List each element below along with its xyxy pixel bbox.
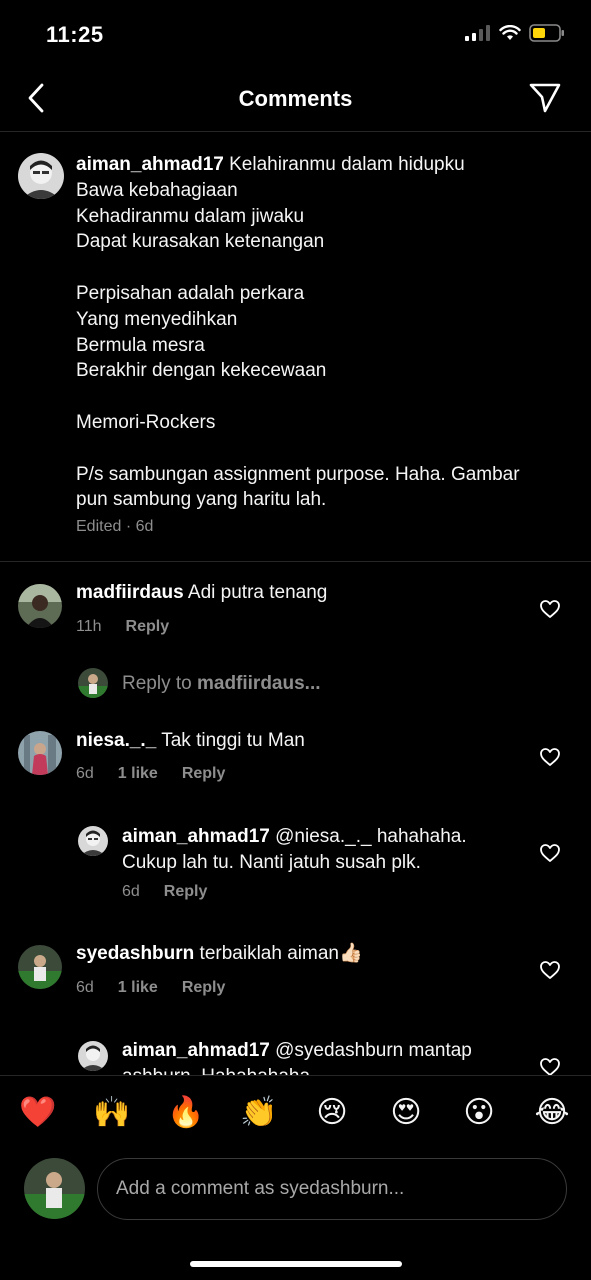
comment: niesa._._ Tak tinggi tu Man 6d 1 like Re… — [0, 726, 591, 816]
avatar[interactable] — [18, 153, 64, 199]
comment-text: madfiirdaus Adi putra tenang — [76, 580, 526, 606]
reply-button[interactable]: Reply — [182, 765, 226, 783]
post-caption: aiman_ahmad17 Kelahiranmu dalam hidupku … — [0, 132, 591, 562]
share-button[interactable] — [525, 80, 565, 116]
likes-count[interactable]: 1 like — [118, 979, 158, 997]
comment-body: Adi putra tenang — [183, 582, 328, 603]
heart-icon[interactable] — [539, 843, 561, 863]
comment-text: syedashburn terbaiklah aiman👍🏻 — [76, 941, 526, 967]
comment-reply: aiman_ahmad17 @niesa._._ hahahaha. Cukup… — [0, 822, 591, 912]
status-icons — [465, 24, 565, 42]
comment-username[interactable]: madfiirdaus — [76, 582, 184, 603]
comment-time: 6d — [122, 883, 140, 900]
comment-text: aiman_ahmad17 @syedashburn mantap ashbur… — [122, 1038, 522, 1075]
emoji-heart-eyes[interactable]: 😍 — [387, 1094, 425, 1132]
avatar[interactable] — [78, 1041, 108, 1071]
emoji-clap[interactable]: 👏 — [240, 1094, 278, 1132]
comment: madfiirdaus Adi putra tenang 11h Reply — [0, 578, 591, 668]
comment: syedashburn terbaiklah aiman👍🏻 6d 1 like… — [0, 939, 591, 1029]
caption-username[interactable]: aiman_ahmad17 — [76, 154, 224, 175]
comment-username[interactable]: syedashburn — [76, 943, 194, 964]
emoji-fire[interactable]: 🔥 — [167, 1094, 205, 1132]
reply-to-text[interactable]: Reply to madfiirdaus... — [122, 673, 321, 695]
caption-body: Kelahiranmu dalam hidupku Bawa kebahagia… — [76, 154, 520, 511]
home-indicator[interactable] — [190, 1261, 402, 1267]
avatar[interactable] — [78, 826, 108, 856]
avatar[interactable] — [18, 945, 62, 989]
comment-input[interactable] — [97, 1158, 567, 1220]
avatar-photo — [24, 1158, 85, 1219]
comment-username[interactable]: aiman_ahmad17 — [122, 1040, 270, 1061]
caption-meta: Edited · 6d — [76, 518, 154, 535]
reply-button[interactable]: Reply — [164, 883, 208, 901]
emoji-quick-bar: ❤️ 🙌 🔥 👏 😢 😍 😮 😂 — [0, 1075, 591, 1155]
reply-button[interactable]: Reply — [126, 618, 170, 636]
comment-body: terbaiklah aiman👍🏻 — [194, 943, 363, 964]
wifi-icon — [499, 25, 521, 40]
status-bar: 11:25 — [0, 0, 591, 70]
caption-text: aiman_ahmad17 Kelahiranmu dalam hidupku … — [76, 152, 556, 513]
status-time: 11:25 — [46, 22, 104, 47]
avatar — [78, 668, 108, 698]
comment-reply: aiman_ahmad17 @syedashburn mantap ashbur… — [0, 1036, 591, 1075]
comment-time: 6d — [76, 979, 94, 996]
battery-icon — [529, 24, 564, 42]
avatar-photo — [78, 826, 108, 856]
comment-meta: 11h Reply — [76, 618, 169, 636]
emoji-laughing[interactable]: 😂 — [533, 1094, 571, 1132]
avatar-photo — [18, 945, 62, 989]
avatar-photo — [18, 153, 64, 199]
avatar-photo — [78, 668, 108, 698]
emoji-heart[interactable]: ❤️ — [19, 1094, 57, 1132]
likes-count[interactable]: 1 like — [118, 765, 158, 783]
paper-plane-icon — [529, 83, 561, 113]
header-bar: Comments — [0, 70, 591, 132]
comment-time: 11h — [76, 618, 102, 635]
avatar[interactable] — [18, 731, 62, 775]
comment-meta: 6d 1 like Reply — [76, 765, 225, 783]
heart-icon[interactable] — [539, 960, 561, 980]
heart-icon[interactable] — [539, 1057, 561, 1075]
avatar-photo — [18, 731, 62, 775]
avatar-photo — [18, 584, 62, 628]
comment-text: aiman_ahmad17 @niesa._._ hahahaha. Cukup… — [122, 824, 522, 876]
emoji-raised-hands[interactable]: 🙌 — [93, 1094, 131, 1132]
comment-composer — [0, 1150, 591, 1230]
heart-icon[interactable] — [539, 599, 561, 619]
signal-icon — [465, 25, 490, 41]
comment-username[interactable]: niesa._._ — [76, 730, 156, 751]
comment-username[interactable]: aiman_ahmad17 — [122, 826, 270, 847]
reply-to-username: madfiirdaus... — [196, 673, 321, 694]
emoji-crying[interactable]: 😢 — [313, 1094, 351, 1132]
comment-time: 6d — [76, 765, 94, 782]
page-title: Comments — [238, 86, 353, 111]
reply-button[interactable]: Reply — [182, 979, 226, 997]
heart-icon[interactable] — [539, 747, 561, 767]
avatar-photo — [78, 1041, 108, 1071]
comment-meta: 6d 1 like Reply — [76, 979, 225, 997]
reply-to-prefix: Reply to — [122, 673, 197, 694]
emoji-surprised[interactable]: 😮 — [460, 1094, 498, 1132]
comment-text: niesa._._ Tak tinggi tu Man — [76, 728, 526, 754]
avatar — [24, 1158, 85, 1219]
comment-meta: 6d Reply — [122, 883, 207, 901]
comment-body: Tak tinggi tu Man — [156, 730, 305, 751]
avatar[interactable] — [18, 584, 62, 628]
